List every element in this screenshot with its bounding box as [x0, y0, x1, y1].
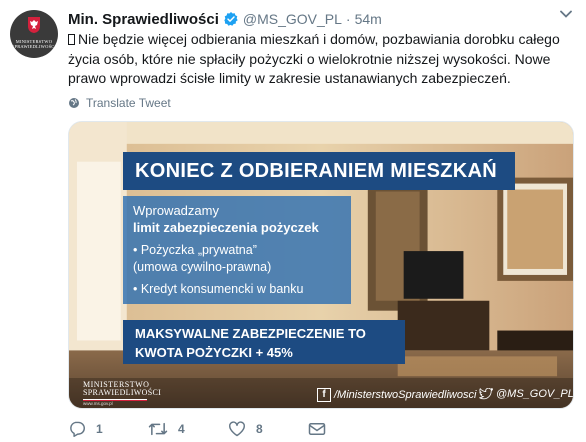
summary-panel: MAKSYWALNE ZABEZPIECZENIE TO KWOTA POŻYC… — [123, 320, 405, 364]
summary-line: KWOTA POŻYCZKI + 45% — [135, 345, 293, 360]
bullet-item: • Kredyt konsumencki w banku — [133, 282, 304, 296]
retweet-icon — [148, 422, 168, 436]
facebook-handle: f /MinisterstwoSprawiedliwosci — [317, 388, 476, 402]
ministry-logo: MINISTERSTWO SPRAWIEDLIWOŚCI www.ms.gov.… — [83, 381, 161, 407]
reply-icon — [70, 421, 85, 437]
bullet-item-continued: (umowa cywilno-prawna) — [133, 259, 272, 274]
tweet-actions: 1 4 8 — [68, 421, 336, 437]
retweet-count: 4 — [178, 422, 185, 436]
facebook-icon: f — [317, 388, 331, 402]
like-button[interactable]: 8 — [228, 421, 308, 437]
verified-badge-icon — [224, 12, 238, 26]
twitter-bird-icon — [479, 388, 493, 400]
tweet-media-image[interactable]: KONIEC Z ODBIERANIEM MIESZKAŃ Wprowadzam… — [68, 121, 574, 409]
translate-label: Translate Tweet — [86, 96, 171, 110]
translate-tweet-link[interactable]: Translate Tweet — [68, 96, 171, 110]
twitter-label: @MS_GOV_PL — [496, 388, 574, 400]
reply-button[interactable]: 1 — [68, 421, 148, 437]
summary-line: MAKSYWALNE ZABEZPIECZENIE TO — [135, 326, 366, 341]
tweet-timestamp[interactable]: 54m — [355, 11, 382, 27]
bullet-item: • Pożyczka „prywatna” — [133, 243, 257, 257]
heart-icon — [229, 421, 245, 437]
tweet-text: Nie będzie więcej odbierania mieszkań i … — [68, 30, 568, 89]
missing-glyph-icon — [68, 34, 75, 45]
reply-count: 1 — [96, 422, 103, 436]
retweet-button[interactable]: 4 — [148, 421, 228, 437]
eagle-emblem-icon — [28, 17, 40, 33]
like-count: 8 — [256, 422, 263, 436]
author-handle[interactable]: @MS_GOV_PL — [243, 11, 342, 27]
tweet-body: Nie będzie więcej odbierania mieszkań i … — [68, 31, 560, 86]
avatar-caption: MINISTERSTWO SPRAWIEDLIWOŚCI — [11, 39, 57, 49]
logo-url: www.ms.gov.pl — [83, 401, 113, 406]
tweet-header: Min. Sprawiedliwości @MS_GOV_PL · 54m — [68, 9, 382, 29]
meta-separator: · — [345, 11, 351, 27]
facebook-label: /MinisterstwoSprawiedliwosci — [334, 389, 477, 401]
globe-icon — [69, 98, 79, 108]
twitter-handle: @MS_GOV_PL — [479, 388, 574, 400]
chevron-down-icon[interactable] — [560, 10, 572, 18]
intro-emphasis: limit zabezpieczenia pożyczek — [133, 220, 319, 235]
envelope-icon — [308, 423, 326, 435]
media-headline: KONIEC Z ODBIERANIEM MIESZKAŃ — [123, 152, 515, 190]
avatar[interactable]: MINISTERSTWO SPRAWIEDLIWOŚCI — [10, 10, 58, 58]
logo-line: SPRAWIEDLIWOŚCI — [83, 388, 162, 397]
direct-message-button[interactable] — [308, 421, 336, 437]
intro-line: Wprowadzamy — [133, 203, 219, 218]
info-panel: Wprowadzamy limit zabezpieczenia pożycze… — [123, 196, 351, 304]
author-name[interactable]: Min. Sprawiedliwości — [68, 11, 219, 28]
